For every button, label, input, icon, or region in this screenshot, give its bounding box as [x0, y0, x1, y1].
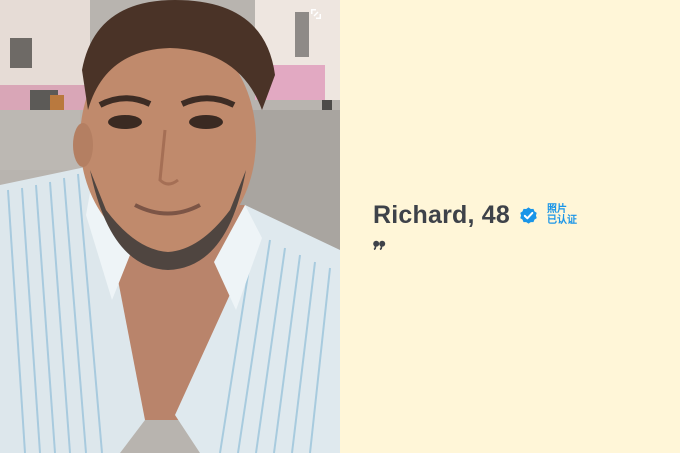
profile-photo[interactable] [0, 0, 340, 453]
quote-icon [373, 240, 386, 250]
profile-name-age: Richard, 48 [373, 200, 510, 229]
profile-screen: Richard, 48 照片 已认证 [0, 0, 680, 453]
photo-verified-line-1: 照片 [546, 204, 567, 215]
profile-photo-image [0, 0, 340, 453]
profile-info: Richard, 48 照片 已认证 [373, 200, 663, 250]
name-row: Richard, 48 照片 已认证 [373, 200, 663, 230]
verified-badge-icon [518, 205, 539, 226]
photo-verified-label: 照片 已认证 [547, 204, 577, 226]
expand-photo-icon[interactable] [309, 7, 323, 21]
photo-verified-line-2: 已认证 [546, 215, 577, 226]
